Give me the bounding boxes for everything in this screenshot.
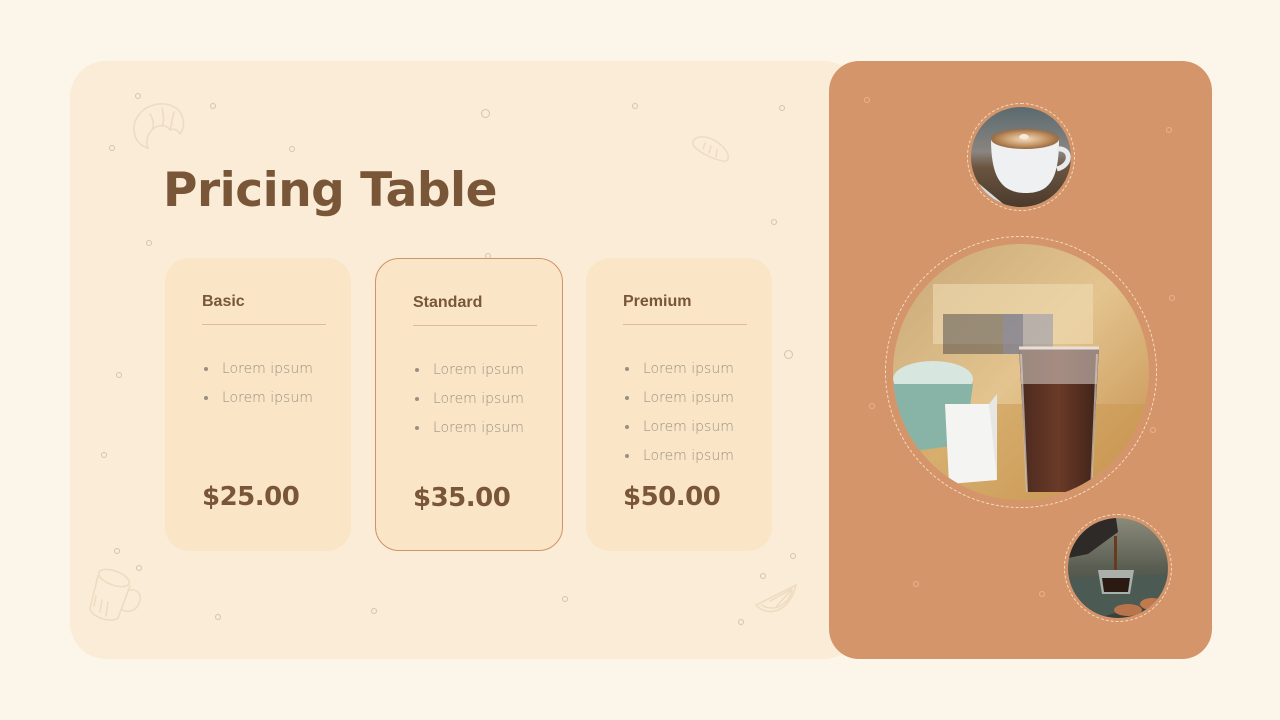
decor-dot	[869, 403, 875, 409]
plan-price: $35.00	[413, 483, 511, 513]
decor-dot	[913, 581, 919, 587]
feature-text: Lorem ipsum	[643, 447, 734, 464]
decor-dot	[632, 103, 638, 109]
pricing-card-premium[interactable]: Premium Lorem ipsum Lorem ipsum Lorem ip…	[586, 258, 772, 551]
decor-dot	[135, 93, 141, 99]
decor-dot	[784, 350, 793, 359]
decor-dot	[771, 219, 777, 225]
feature-text: Lorem ipsum	[222, 389, 313, 406]
bullet-icon	[415, 425, 419, 430]
decor-dot	[1169, 295, 1175, 301]
photo-espresso	[1068, 518, 1168, 618]
divider	[202, 324, 326, 325]
pricing-card-basic[interactable]: Basic Lorem ipsum Lorem ipsum $25.00	[165, 258, 351, 551]
decor-dot	[114, 548, 120, 554]
feature-item: Lorem ipsum	[413, 355, 524, 384]
decor-dot	[1039, 591, 1045, 597]
photo-latte	[971, 107, 1071, 207]
feature-text: Lorem ipsum	[433, 390, 524, 407]
plan-price: $25.00	[202, 482, 300, 512]
decor-dot	[215, 614, 221, 620]
decor-dot	[289, 146, 295, 152]
feature-list: Lorem ipsum Lorem ipsum Lorem ipsum	[413, 355, 524, 442]
bullet-icon	[625, 395, 629, 400]
croissant-icon	[133, 103, 185, 150]
feature-item: Lorem ipsum	[202, 354, 313, 383]
feature-text: Lorem ipsum	[643, 418, 734, 435]
decor-dot	[101, 452, 107, 458]
feature-item: Lorem ipsum	[623, 441, 734, 470]
iced-chocolate-image	[893, 244, 1149, 500]
decor-dot	[779, 105, 785, 111]
latte-cup-image	[971, 107, 1071, 207]
decor-dot	[371, 608, 377, 614]
decor-dot	[481, 109, 490, 118]
feature-item: Lorem ipsum	[202, 383, 313, 412]
decor-dot	[760, 573, 766, 579]
feature-list: Lorem ipsum Lorem ipsum Lorem ipsum Lore…	[623, 354, 734, 470]
feature-text: Lorem ipsum	[643, 360, 734, 377]
decor-dot	[210, 103, 216, 109]
feature-text: Lorem ipsum	[433, 419, 524, 436]
feature-text: Lorem ipsum	[433, 361, 524, 378]
decor-dot	[738, 619, 744, 625]
plan-name: Premium	[623, 293, 692, 310]
decor-dot	[1166, 127, 1172, 133]
mug-icon	[89, 568, 141, 621]
bullet-icon	[415, 396, 419, 401]
decor-dot	[109, 145, 115, 151]
feature-item: Lorem ipsum	[623, 412, 734, 441]
decor-dot	[116, 372, 122, 378]
page-title: Pricing Table	[163, 163, 498, 218]
espresso-pour-image	[1068, 518, 1168, 618]
bullet-icon	[625, 453, 629, 458]
bullet-icon	[204, 366, 208, 371]
lemon-slice-icon	[754, 583, 798, 613]
divider	[413, 325, 537, 326]
feature-item: Lorem ipsum	[623, 354, 734, 383]
decor-dot	[790, 553, 796, 559]
feature-item: Lorem ipsum	[623, 383, 734, 412]
bullet-icon	[625, 366, 629, 371]
photo-iced-drink	[893, 244, 1149, 500]
feature-text: Lorem ipsum	[643, 389, 734, 406]
bullet-icon	[415, 367, 419, 372]
bullet-icon	[625, 424, 629, 429]
feature-list: Lorem ipsum Lorem ipsum	[202, 354, 313, 412]
decor-dot	[146, 240, 152, 246]
decor-dot	[864, 97, 870, 103]
divider	[623, 324, 747, 325]
bullet-icon	[204, 395, 208, 400]
bread-icon	[692, 136, 729, 163]
feature-text: Lorem ipsum	[222, 360, 313, 377]
decor-dot	[562, 596, 568, 602]
pricing-card-standard[interactable]: Standard Lorem ipsum Lorem ipsum Lorem i…	[375, 258, 563, 551]
plan-name: Standard	[413, 294, 483, 311]
feature-item: Lorem ipsum	[413, 384, 524, 413]
plan-name: Basic	[202, 293, 245, 310]
plan-price: $50.00	[623, 482, 721, 512]
feature-item: Lorem ipsum	[413, 413, 524, 442]
decor-dot	[1150, 427, 1156, 433]
